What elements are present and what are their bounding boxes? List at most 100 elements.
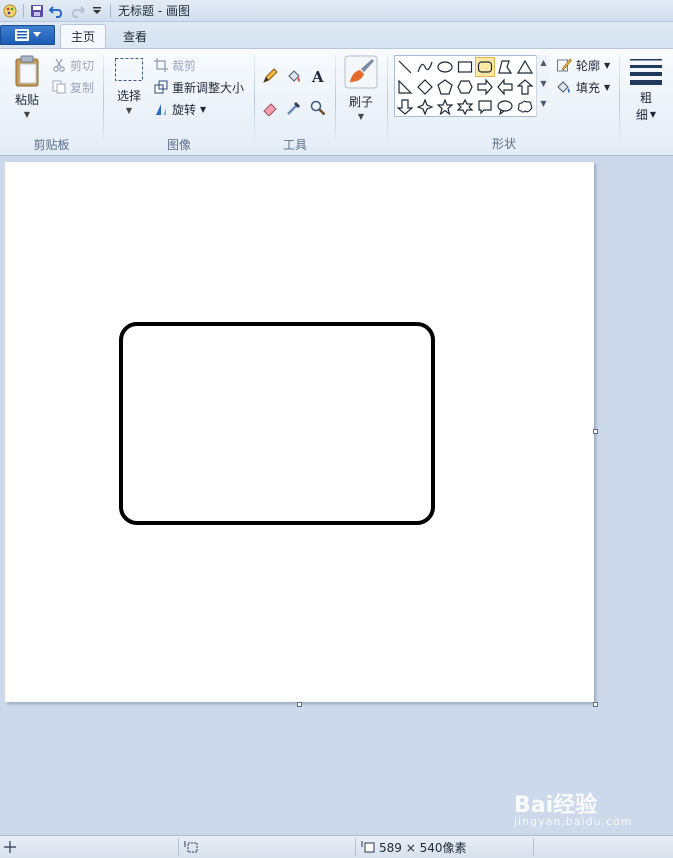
paste-icon (15, 55, 39, 87)
undo-icon[interactable] (47, 1, 67, 21)
brush-icon (344, 55, 378, 89)
redo-icon[interactable] (67, 1, 87, 21)
fill-icon (557, 81, 570, 93)
group-separator (619, 55, 620, 145)
six-point-star-shape-icon[interactable] (455, 97, 475, 117)
crop-button[interactable]: 裁剪 (154, 55, 196, 75)
workspace (0, 157, 673, 835)
canvas-size: 589 × 540像素 (361, 836, 467, 858)
rectangle-shape-icon[interactable] (455, 57, 475, 77)
expand-gallery-icon[interactable]: ▼ (537, 99, 550, 108)
image-group-label: 图像 (166, 138, 191, 152)
selection-size-icon (184, 841, 198, 853)
oval-shape-icon[interactable] (435, 57, 455, 77)
status-separator (355, 838, 356, 856)
scroll-down-icon[interactable]: ▼ (537, 79, 550, 88)
rounded-callout-shape-icon[interactable] (475, 97, 495, 117)
select-button[interactable]: 选择 ▼ (112, 57, 146, 115)
fill-bucket-icon[interactable] (283, 65, 305, 87)
rotate-label: 旋转 (172, 102, 197, 117)
shapes-group-label: 形状 (491, 137, 516, 151)
resize-handle-corner[interactable] (593, 702, 598, 707)
outline-button[interactable]: 轮廓 ▼ (556, 55, 610, 75)
cut-button[interactable]: 剪切 (52, 55, 94, 75)
title-bar: 无标题 - 画图 (0, 0, 673, 22)
resize-handle-bottom[interactable] (297, 702, 302, 707)
tools-group: A 工具 (255, 49, 335, 156)
paint-app-icon[interactable] (0, 1, 20, 21)
scissors-icon (53, 58, 65, 72)
left-arrow-shape-icon[interactable] (495, 77, 515, 97)
chevron-down-icon: ▼ (125, 106, 133, 115)
resize-label: 重新调整大小 (172, 80, 245, 95)
rotate-icon (156, 104, 166, 115)
customize-toolbar-icon[interactable] (87, 1, 107, 21)
tools-group-label: 工具 (282, 138, 307, 152)
text-icon[interactable]: A (307, 65, 329, 87)
resize-icon (154, 80, 168, 94)
curve-shape-icon[interactable] (415, 57, 435, 77)
paste-button[interactable]: 粘贴 ▼ (10, 55, 44, 119)
right-arrow-shape-icon[interactable] (475, 77, 495, 97)
hexagon-shape-icon[interactable] (455, 77, 475, 97)
paste-label: 粘贴 (14, 93, 39, 107)
image-group: 选择 ▼ 裁剪 重新调整大小 旋转 ▼ 图像 (104, 49, 254, 156)
resize-handle-right[interactable] (593, 429, 598, 434)
fill-label: 填充 (576, 80, 601, 95)
drawing-canvas[interactable] (5, 162, 594, 702)
paint-menu-button[interactable] (0, 25, 55, 45)
cut-label: 剪切 (70, 58, 95, 73)
down-arrow-shape-icon[interactable] (395, 97, 415, 117)
pencil-icon[interactable] (259, 65, 281, 87)
chevron-down-icon: ▼ (604, 60, 611, 70)
five-point-star-shape-icon[interactable] (435, 97, 455, 117)
eraser-icon[interactable] (259, 97, 281, 119)
cloud-callout-shape-icon[interactable] (515, 97, 535, 117)
line-shape-icon[interactable] (395, 57, 415, 77)
color-picker-icon[interactable] (283, 97, 305, 119)
selection-size (184, 836, 198, 858)
menu-icon (14, 29, 29, 41)
line-width-icon (630, 59, 662, 85)
tab-view[interactable]: 查看 (113, 24, 157, 48)
scroll-up-icon[interactable]: ▲ (537, 58, 550, 67)
resize-button[interactable]: 重新调整大小 (154, 77, 244, 97)
size-button[interactable]: 粗 细 ▼ (626, 57, 666, 123)
polygon-shape-icon[interactable] (495, 57, 515, 77)
right-triangle-shape-icon[interactable] (395, 77, 415, 97)
tab-home[interactable]: 主页 (60, 24, 107, 48)
fill-button[interactable]: 填充 ▼ (556, 77, 610, 97)
chevron-down-icon: ▼ (200, 104, 207, 114)
up-arrow-shape-icon[interactable] (515, 77, 535, 97)
pentagon-shape-icon[interactable] (435, 77, 455, 97)
group-separator (335, 55, 336, 145)
outline-label: 轮廓 (576, 58, 601, 73)
group-separator (387, 55, 388, 145)
separator (110, 3, 111, 18)
size-label-top: 粗 (639, 91, 652, 105)
diamond-shape-icon[interactable] (415, 77, 435, 97)
chevron-down-icon (32, 32, 41, 37)
crosshair-icon (4, 841, 16, 853)
rotate-button[interactable]: 旋转 ▼ (154, 99, 206, 119)
magnifier-icon[interactable] (307, 97, 329, 119)
baidu-watermark: Bai经验 jingyan.baidu.com (514, 787, 664, 831)
brushes-button[interactable]: 刷子 ▼ (342, 55, 380, 121)
chevron-down-icon: ▼ (357, 112, 365, 121)
chevron-down-icon: ▼ (649, 110, 657, 119)
rounded-rectangle-shape-icon[interactable] (475, 57, 495, 77)
triangle-shape-icon[interactable] (515, 57, 535, 77)
shapes-scrollbar[interactable]: ▲ ▼ ▼ (536, 55, 549, 117)
oval-callout-shape-icon[interactable] (495, 97, 515, 117)
chevron-down-icon: ▼ (23, 110, 31, 119)
canvas-size-icon (361, 841, 375, 853)
size-label-bottom: 细 (635, 108, 648, 122)
four-point-star-shape-icon[interactable] (415, 97, 435, 117)
status-bar: 589 × 540像素 (0, 835, 673, 858)
shapes-gallery (394, 55, 549, 117)
ribbon: 粘贴 ▼ 剪切 复制 剪贴板 选择 ▼ 裁剪 重新调整大小 旋转 ▼ 图像 A … (0, 48, 673, 156)
save-icon[interactable] (27, 1, 47, 21)
clipboard-group-label: 剪贴板 (33, 138, 70, 152)
svg-text:A: A (311, 68, 324, 84)
copy-button[interactable]: 复制 (52, 77, 94, 97)
